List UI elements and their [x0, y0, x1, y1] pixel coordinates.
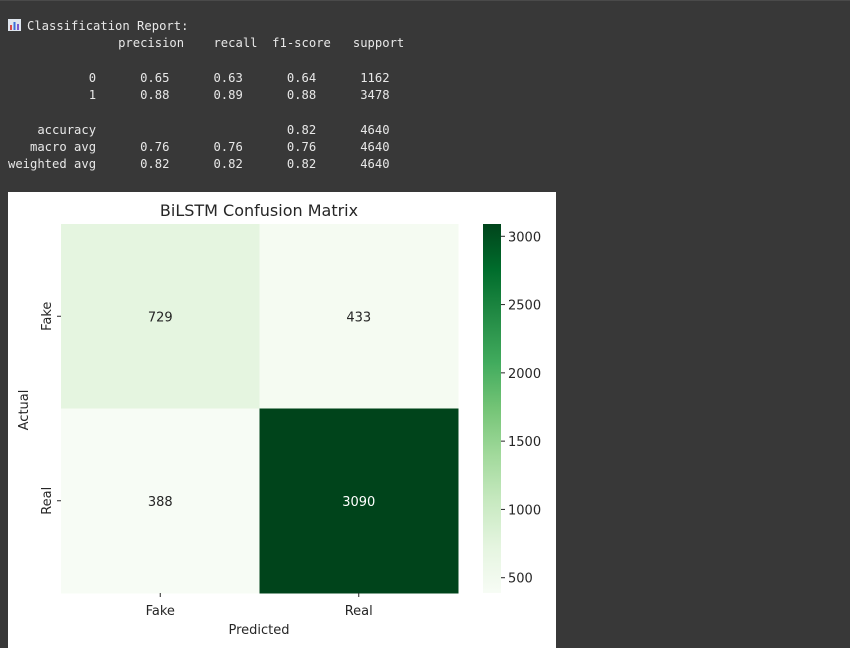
x-axis-label: Predicted — [228, 623, 289, 638]
cell-value-label: 388 — [148, 495, 173, 510]
classification-report: Classification Report: precision recall … — [8, 18, 404, 174]
report-row-label: accuracy — [8, 122, 97, 137]
colorbar-tick-label: 3000 — [508, 230, 541, 245]
report-recall: 0.89 — [169, 88, 243, 103]
report-support: 4640 — [316, 157, 390, 172]
report-support: 3478 — [316, 88, 390, 103]
y-tick-label: Real — [40, 487, 55, 515]
report-support: 4640 — [316, 140, 390, 155]
colorbar-tick-label: 1500 — [508, 435, 541, 450]
report-recall — [169, 123, 242, 137]
report-header-cell: recall — [184, 36, 258, 51]
colorbar-tick-label: 1000 — [508, 503, 541, 518]
report-precision — [96, 123, 169, 137]
report-header-row: precision recall f1-score support — [8, 36, 404, 50]
report-recall: 0.63 — [169, 70, 243, 85]
chart-title: BiLSTM Confusion Matrix — [160, 201, 358, 220]
report-header-cell: precision — [96, 36, 185, 51]
report-f1: 0.82 — [242, 157, 317, 172]
cell-value-label: 3090 — [342, 495, 375, 510]
colorbar-tick-label: 2500 — [508, 299, 541, 314]
colorbar-tick-label: 500 — [508, 572, 533, 587]
report-title: Classification Report: — [27, 19, 189, 33]
report-recall: 0.76 — [169, 140, 243, 155]
y-tick-label: Fake — [40, 302, 55, 331]
report-row: macro avg 0.76 0.76 0.76 4640 — [8, 140, 390, 154]
top-border — [0, 0, 850, 1]
confusion-matrix-chart: BiLSTM Confusion Matrix 729 433 388 3090 Fa… — [17, 201, 541, 638]
report-support: 4640 — [316, 122, 390, 137]
report-f1: 0.82 — [242, 122, 317, 137]
y-axis-label: Actual — [17, 390, 32, 431]
report-recall: 0.82 — [169, 157, 243, 172]
report-row-label: 1 — [8, 88, 97, 103]
report-row-label: 0 — [8, 70, 97, 85]
report-table: precision recall f1-score support 0 0.65… — [8, 36, 404, 171]
x-tick-label: Real — [345, 604, 373, 619]
report-row: 0 0.65 0.63 0.64 1162 — [8, 71, 390, 85]
x-tick-label: Fake — [146, 604, 175, 619]
report-precision: 0.82 — [96, 157, 170, 172]
report-precision: 0.76 — [96, 140, 170, 155]
report-row: 1 0.88 0.89 0.88 3478 — [8, 88, 390, 102]
report-precision: 0.88 — [96, 88, 170, 103]
report-header-cell: f1-score — [257, 36, 331, 51]
colorbar-tick-label: 2000 — [508, 367, 541, 382]
report-precision: 0.65 — [96, 70, 170, 85]
confusion-matrix-figure: BiLSTM Confusion Matrix 729 433 388 3090 Fa… — [8, 192, 556, 648]
colorbar — [483, 224, 501, 593]
report-f1: 0.88 — [242, 88, 317, 103]
report-f1: 0.64 — [242, 70, 317, 85]
report-header-cell: support — [330, 36, 405, 51]
bar-chart-icon — [8, 19, 21, 31]
report-support: 1162 — [316, 70, 390, 85]
report-row-label: macro avg — [8, 140, 97, 155]
cell-value-label: 433 — [346, 310, 371, 325]
report-row: weighted avg 0.82 0.82 0.82 4640 — [8, 157, 390, 171]
report-row: accuracy 0.82 4640 — [8, 122, 390, 137]
report-f1: 0.76 — [242, 140, 317, 155]
cell-value-label: 729 — [148, 310, 173, 325]
report-row-label: weighted avg — [8, 157, 97, 172]
